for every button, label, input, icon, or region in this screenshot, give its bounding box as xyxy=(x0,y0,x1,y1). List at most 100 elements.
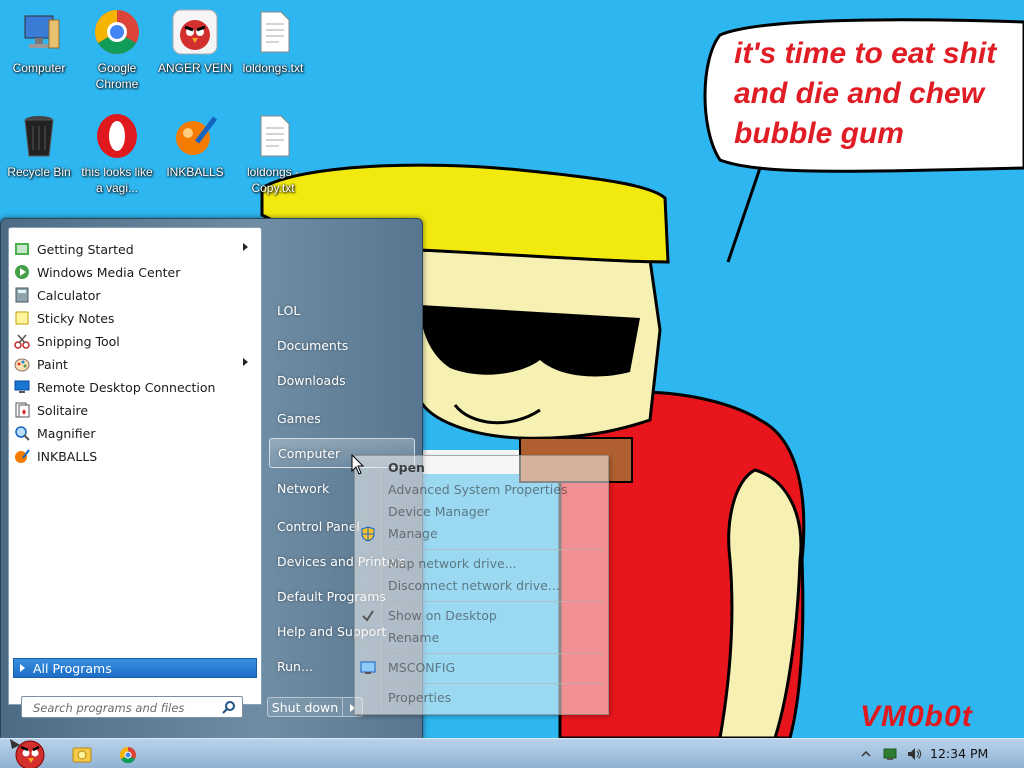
start-right-downloads[interactable]: Downloads xyxy=(269,365,415,395)
menu-separator xyxy=(385,683,603,684)
program-snipping-tool[interactable]: Snipping Tool xyxy=(12,330,258,352)
menu-separator xyxy=(385,601,603,602)
ctx-device-manager[interactable]: Device Manager xyxy=(388,502,490,522)
remote-desktop-icon xyxy=(14,379,30,395)
desktop-icon-label: Google Chrome xyxy=(95,61,139,91)
program-paint[interactable]: Paint xyxy=(12,353,258,375)
start-right-label: Control Panel xyxy=(277,518,360,534)
show-hidden-icons-chevron-icon[interactable] xyxy=(858,746,874,762)
desktop-icon-loldongs-copy[interactable]: loldongs - Copy.txt xyxy=(234,112,312,196)
start-right-label: Games xyxy=(277,410,321,426)
program-magnifier[interactable]: Magnifier xyxy=(12,422,258,444)
program-inkballs[interactable]: INKBALLS xyxy=(12,445,258,467)
search-icon[interactable] xyxy=(222,700,236,714)
start-right-games[interactable]: Games xyxy=(269,403,415,433)
ctx-properties[interactable]: Properties xyxy=(388,688,451,708)
explorer-icon[interactable] xyxy=(62,743,102,767)
inkballs-icon xyxy=(14,448,30,464)
program-label: Paint xyxy=(37,356,68,372)
chrome-icon xyxy=(93,8,141,56)
program-remote-desktop[interactable]: Remote Desktop Connection xyxy=(12,376,258,398)
inkballs-icon xyxy=(171,112,219,160)
text-file-icon xyxy=(249,8,297,56)
taskbar-clock[interactable]: 12:34 PM xyxy=(930,746,988,761)
programs-list: Getting Started Windows Media Center Cal… xyxy=(8,227,262,705)
ctx-show-on-desktop[interactable]: Show on Desktop xyxy=(388,606,497,626)
start-search-box[interactable] xyxy=(21,696,243,718)
solitaire-icon xyxy=(14,402,30,418)
start-right-lol[interactable]: LOL xyxy=(269,295,415,325)
computer-icon xyxy=(15,8,63,56)
program-label: Solitaire xyxy=(37,402,89,418)
ctx-map-network-drive[interactable]: Map network drive... xyxy=(388,554,517,574)
start-right-label: Downloads xyxy=(277,372,346,388)
text-file-icon xyxy=(249,112,297,160)
angry-bird-icon xyxy=(171,8,219,56)
desktop-icon-recycle-bin[interactable]: Recycle Bin xyxy=(0,112,78,180)
start-right-documents[interactable]: Documents xyxy=(269,330,415,360)
menu-separator xyxy=(385,653,603,654)
chrome-icon[interactable] xyxy=(108,743,148,767)
ctx-disconnect-network-drive[interactable]: Disconnect network drive... xyxy=(388,576,560,596)
all-programs-button[interactable]: All Programs xyxy=(13,658,257,678)
sticky-notes-icon xyxy=(14,310,30,326)
volume-icon[interactable] xyxy=(906,746,922,762)
ctx-open[interactable]: Open xyxy=(388,458,425,478)
recycle-bin-icon xyxy=(15,112,63,160)
taskbar: 12:34 PM xyxy=(0,738,1024,768)
program-calculator[interactable]: Calculator xyxy=(12,284,258,306)
desktop-icon-computer[interactable]: Computer xyxy=(0,8,78,76)
desktop-icon-label: Computer xyxy=(12,61,66,75)
all-programs-label: All Programs xyxy=(33,660,112,676)
ctx-advanced-system-properties[interactable]: Advanced System Properties xyxy=(388,480,567,500)
start-right-label: Run... xyxy=(277,658,313,674)
ctx-rename[interactable]: Rename xyxy=(388,628,439,648)
scissors-icon xyxy=(14,333,30,349)
desktop-icon-chrome[interactable]: Google Chrome xyxy=(78,8,156,92)
desktop-icon-inkballs[interactable]: INKBALLS xyxy=(156,112,234,180)
desktop-icon-label: INKBALLS xyxy=(166,165,224,179)
program-solitaire[interactable]: Solitaire xyxy=(12,399,258,421)
submenu-arrow-icon xyxy=(243,243,248,251)
desktop-icon-anger-vein[interactable]: ANGER VEIN xyxy=(156,8,234,76)
network-icon[interactable] xyxy=(882,746,898,762)
arrow-right-icon xyxy=(20,664,25,672)
desktop-icon-label: Recycle Bin xyxy=(7,165,71,179)
start-right-label: Network xyxy=(277,480,330,496)
search-input[interactable] xyxy=(31,698,225,718)
menu-separator xyxy=(385,549,603,550)
speech-bubble-text: it's time to eat shit and die and chew b… xyxy=(734,37,997,150)
media-center-icon xyxy=(14,264,30,280)
wallpaper-signature: VM0b0t xyxy=(860,700,973,733)
submenu-arrow-icon xyxy=(243,358,248,366)
magnifier-icon xyxy=(14,425,30,441)
shield-icon xyxy=(361,526,375,542)
getting-started-icon xyxy=(14,241,30,257)
start-button-angry-bird-icon[interactable] xyxy=(4,731,50,768)
paint-icon xyxy=(14,356,30,372)
desktop-icon-label: this looks like a vagi... xyxy=(81,165,153,195)
program-sticky-notes[interactable]: Sticky Notes xyxy=(12,307,258,329)
program-label: INKBALLS xyxy=(37,448,98,464)
desktop-icon-opera[interactable]: this looks like a vagi... xyxy=(78,112,156,196)
calculator-icon xyxy=(14,287,30,303)
start-right-label: LOL xyxy=(277,302,301,318)
program-label: Snipping Tool xyxy=(37,333,120,349)
program-windows-media-center[interactable]: Windows Media Center xyxy=(12,261,258,283)
ctx-msconfig[interactable]: MSCONFIG xyxy=(388,658,455,678)
desktop-icon-label: loldongs - Copy.txt xyxy=(246,165,300,195)
desktop-icon-loldongs[interactable]: loldongs.txt xyxy=(234,8,312,76)
msconfig-icon xyxy=(360,661,376,674)
menu-gutter xyxy=(381,458,382,710)
start-right-label: Computer xyxy=(278,445,341,461)
shutdown-button[interactable]: Shut down xyxy=(267,697,343,717)
program-label: Sticky Notes xyxy=(37,310,115,326)
desktop-icon-label: loldongs.txt xyxy=(242,61,304,75)
mouse-cursor-icon xyxy=(351,454,365,475)
desktop-icon-label: ANGER VEIN xyxy=(157,61,232,75)
computer-context-menu: Open Advanced System Properties Device M… xyxy=(354,455,609,715)
program-label: Magnifier xyxy=(37,425,96,441)
ctx-manage[interactable]: Manage xyxy=(388,524,438,544)
program-label: Getting Started xyxy=(37,241,134,257)
program-getting-started[interactable]: Getting Started xyxy=(12,238,258,260)
